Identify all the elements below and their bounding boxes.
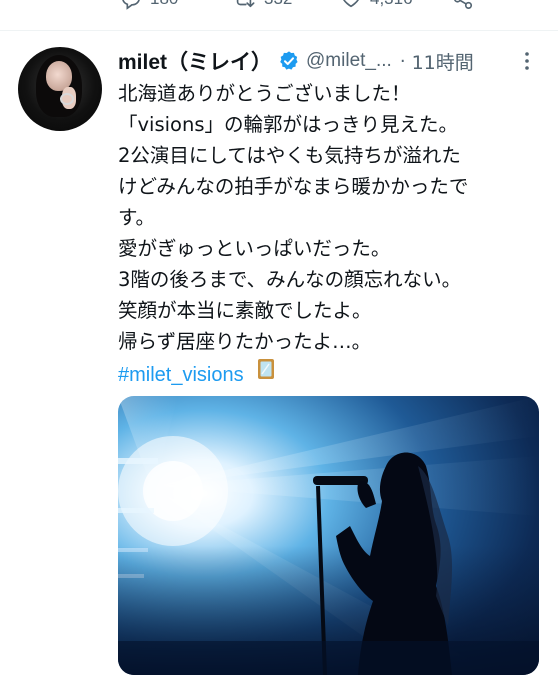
mirror-emoji-icon	[257, 359, 274, 379]
tweet-text: 北海道ありがとうございました！ 「visions」の輪郭がはっきり見えた。 2公…	[118, 78, 543, 391]
tweet-line: 「visions」の輪郭がはっきり見えた。	[118, 113, 458, 136]
verified-badge-icon	[280, 51, 298, 70]
tweet-line: 笑顔が本当に素敵でしたよ。	[118, 299, 372, 322]
concert-photo-image	[118, 396, 539, 675]
display-name[interactable]: milet（ミレイ）	[118, 46, 272, 76]
hashtag-row: #milet_visions	[118, 357, 543, 391]
tweet-line: 3階の後ろまで、みんなの顔忘れない。	[118, 268, 462, 291]
like-count: 4,316	[370, 0, 413, 9]
tweet-line: 愛がぎゅっといっぱいだった。	[118, 237, 391, 260]
tweet-line: けどみんなの拍手がなまら暖かかったで	[118, 175, 469, 198]
retweet-icon	[236, 0, 255, 8]
tweet-line: 帰らず居座りたかったよ…。	[118, 330, 372, 353]
retweet-action[interactable]: 332	[232, 0, 292, 12]
tweet-line: 2公演目にしてはやくも気持ちが溢れた	[118, 144, 461, 167]
heart-icon	[343, 0, 359, 8]
tweet-line: 北海道ありがとうございました！	[118, 82, 411, 105]
timestamp[interactable]: 11時間	[412, 48, 474, 75]
previous-tweet-actions: 180 332 4,316	[0, 0, 558, 12]
user-handle[interactable]: @milet_...	[306, 50, 392, 72]
separator-dot: ·	[399, 50, 406, 72]
like-action[interactable]: 4,316	[340, 0, 413, 12]
tweet-header: milet（ミレイ） @milet_... · 11時間	[118, 46, 474, 76]
share-icon	[454, 0, 473, 9]
reply-action[interactable]: 180	[120, 0, 178, 12]
reply-icon	[122, 0, 140, 10]
avatar[interactable]	[18, 47, 102, 131]
hashtag-link[interactable]: #milet_visions	[118, 364, 244, 386]
avatar-ring	[60, 93, 74, 105]
tweet-divider	[0, 30, 558, 31]
retweet-count: 332	[264, 0, 292, 9]
more-options-icon[interactable]	[520, 50, 534, 72]
tweet-photo[interactable]	[118, 396, 539, 675]
share-action[interactable]	[452, 0, 474, 12]
tweet-line: す。	[118, 206, 156, 229]
reply-count: 180	[150, 0, 178, 9]
